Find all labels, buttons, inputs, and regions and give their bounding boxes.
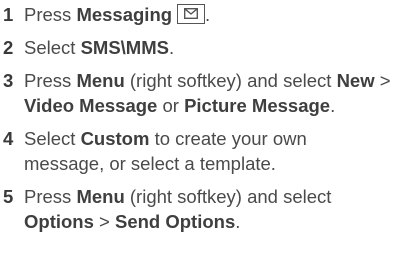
step-text-part: Press bbox=[24, 70, 77, 91]
step-text-bold: Menu bbox=[76, 186, 125, 207]
step-text-bold: Messaging bbox=[76, 4, 173, 25]
messaging-envelope-icon bbox=[177, 4, 206, 24]
step-2: 2 Select SMS\MMS. bbox=[0, 35, 392, 60]
step-text-part: Press bbox=[24, 186, 77, 207]
instruction-steps: 1 Press Messaging. 2 Select SMS\MMS. 3 P… bbox=[0, 2, 392, 242]
step-5: 5 Press Menu (right softkey) and select … bbox=[0, 184, 392, 234]
step-4: 4 Select Custom to create your own messa… bbox=[0, 126, 392, 176]
step-number: 4 bbox=[3, 128, 14, 149]
step-text-part: > bbox=[374, 70, 391, 91]
step-number: 5 bbox=[3, 186, 14, 207]
step-text-bold: Send Options bbox=[114, 211, 236, 232]
step-text-part: . bbox=[205, 4, 211, 25]
step-text-bold: Custom bbox=[80, 128, 150, 149]
step-text-part: (right softkey) and select bbox=[124, 70, 337, 91]
step-text: Press Messaging. bbox=[24, 4, 210, 25]
step-text-bold: Options bbox=[24, 211, 94, 232]
step-text: Press Menu (right softkey) and select Ne… bbox=[24, 70, 391, 116]
step-text-bold: SMS\MMS bbox=[80, 37, 169, 58]
step-text: Select SMS\MMS. bbox=[24, 37, 174, 58]
step-text-bold: New bbox=[336, 70, 375, 91]
step-text-part: Select bbox=[24, 37, 81, 58]
step-3: 3 Press Menu (right softkey) and select … bbox=[0, 68, 392, 118]
step-number: 3 bbox=[3, 70, 14, 91]
step-number: 2 bbox=[3, 37, 14, 58]
step-text-bold: Menu bbox=[76, 70, 125, 91]
step-text-part: (right softkey) and select bbox=[124, 186, 332, 207]
step-text-bold: Video Message bbox=[24, 95, 158, 116]
step-text-part: . bbox=[235, 211, 241, 232]
step-text-part: . bbox=[168, 37, 175, 58]
step-text: Select Custom to create your own message… bbox=[24, 128, 307, 174]
step-number: 1 bbox=[3, 4, 14, 25]
step-text-bold: Picture Message bbox=[184, 95, 331, 116]
step-text-part: > bbox=[93, 211, 115, 232]
step-text-part: Select bbox=[24, 128, 81, 149]
step-text-part: Press bbox=[24, 4, 77, 25]
step-1: 1 Press Messaging. bbox=[0, 2, 392, 27]
step-text-part: . bbox=[330, 95, 336, 116]
step-text: Press Menu (right softkey) and select Op… bbox=[24, 186, 331, 232]
step-text-part: or bbox=[157, 95, 185, 116]
